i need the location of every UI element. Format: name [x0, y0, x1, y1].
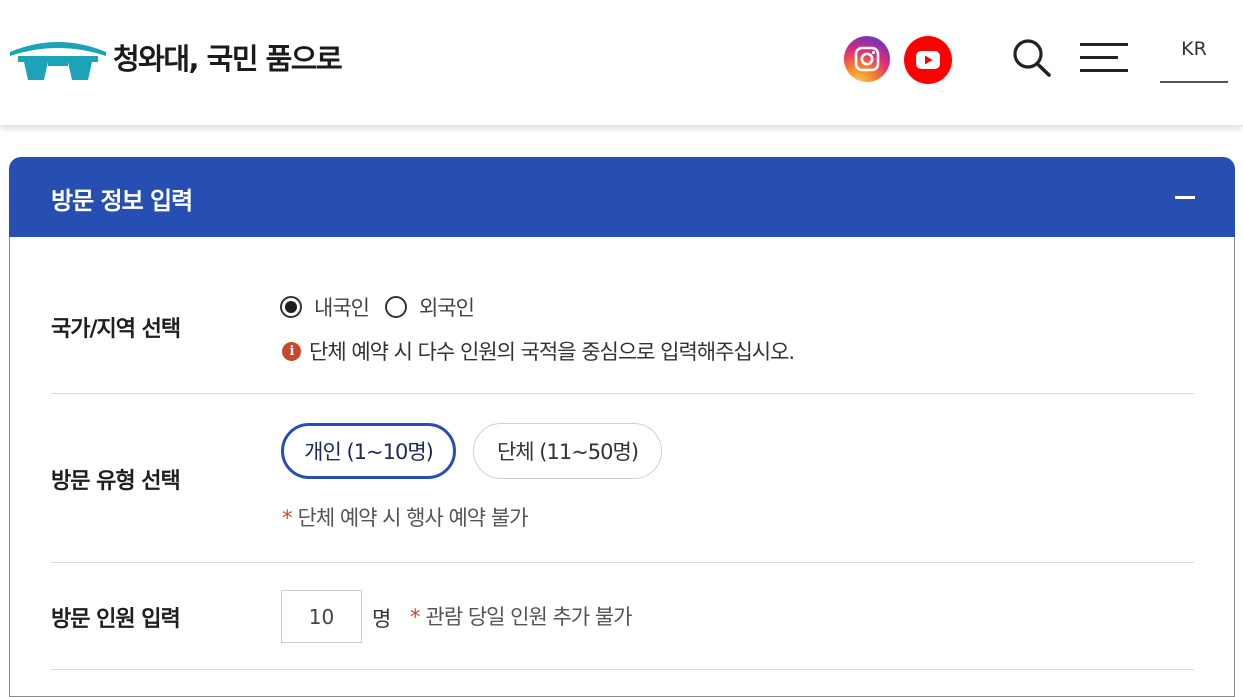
visitors-label: 방문 인원 입력	[51, 607, 181, 632]
visit-info-form: 국가/지역 선택 내국인 외국인 i 단체 예약 시 다수 인원의 국적을 중심…	[9, 237, 1235, 697]
radio-foreign[interactable]	[384, 296, 407, 318]
section-title: 방문 정보 입력	[51, 187, 193, 215]
visit-type-note-text: 단체 예약 시 행사 예약 불가	[297, 506, 529, 530]
hamburger-menu-icon[interactable]	[1080, 42, 1128, 74]
row-divider	[51, 393, 1194, 394]
row-divider	[51, 562, 1194, 563]
radio-domestic[interactable]	[280, 296, 302, 318]
visitor-unit: 명	[372, 607, 392, 631]
country-label: 국가/지역 선택	[51, 317, 181, 342]
individual-type-button[interactable]: 개인 (1~10명)	[281, 423, 456, 479]
visit-type-label: 방문 유형 선택	[51, 469, 181, 494]
required-asterisk: *	[282, 506, 292, 530]
radio-domestic-label[interactable]: 내국인	[314, 292, 370, 322]
search-icon[interactable]	[1010, 38, 1054, 78]
language-selector[interactable]: KR	[1160, 38, 1228, 60]
country-radio-group: 내국인 외국인	[280, 292, 490, 322]
group-type-button[interactable]: 단체 (11~50명)	[473, 423, 662, 479]
instagram-icon[interactable]	[844, 36, 890, 82]
site-header: 청와대, 국민 품으로 KR	[0, 0, 1243, 126]
required-asterisk: *	[410, 605, 420, 629]
visitors-note: * 관람 당일 인원 추가 불가	[410, 601, 633, 631]
info-icon: i	[282, 341, 301, 361]
country-info: i 단체 예약 시 다수 인원의 국적을 중심으로 입력해주십시오.	[282, 336, 795, 366]
youtube-icon[interactable]	[904, 36, 952, 84]
site-title[interactable]: 청와대, 국민 품으로	[113, 36, 343, 78]
radio-foreign-label[interactable]: 외국인	[419, 292, 475, 322]
row-divider	[51, 669, 1194, 670]
blue-house-gate-logo[interactable]	[8, 34, 108, 82]
visit-info-accordion-header[interactable]: 방문 정보 입력	[9, 157, 1235, 237]
country-info-text: 단체 예약 시 다수 인원의 국적을 중심으로 입력해주십시오.	[309, 340, 795, 364]
language-underline	[1160, 81, 1228, 83]
collapse-minus-icon[interactable]	[1175, 196, 1195, 199]
visitor-count-input[interactable]: 10	[281, 590, 362, 643]
visitors-note-text: 관람 당일 인원 추가 불가	[425, 605, 633, 629]
visit-type-note: * 단체 예약 시 행사 예약 불가	[282, 502, 529, 532]
